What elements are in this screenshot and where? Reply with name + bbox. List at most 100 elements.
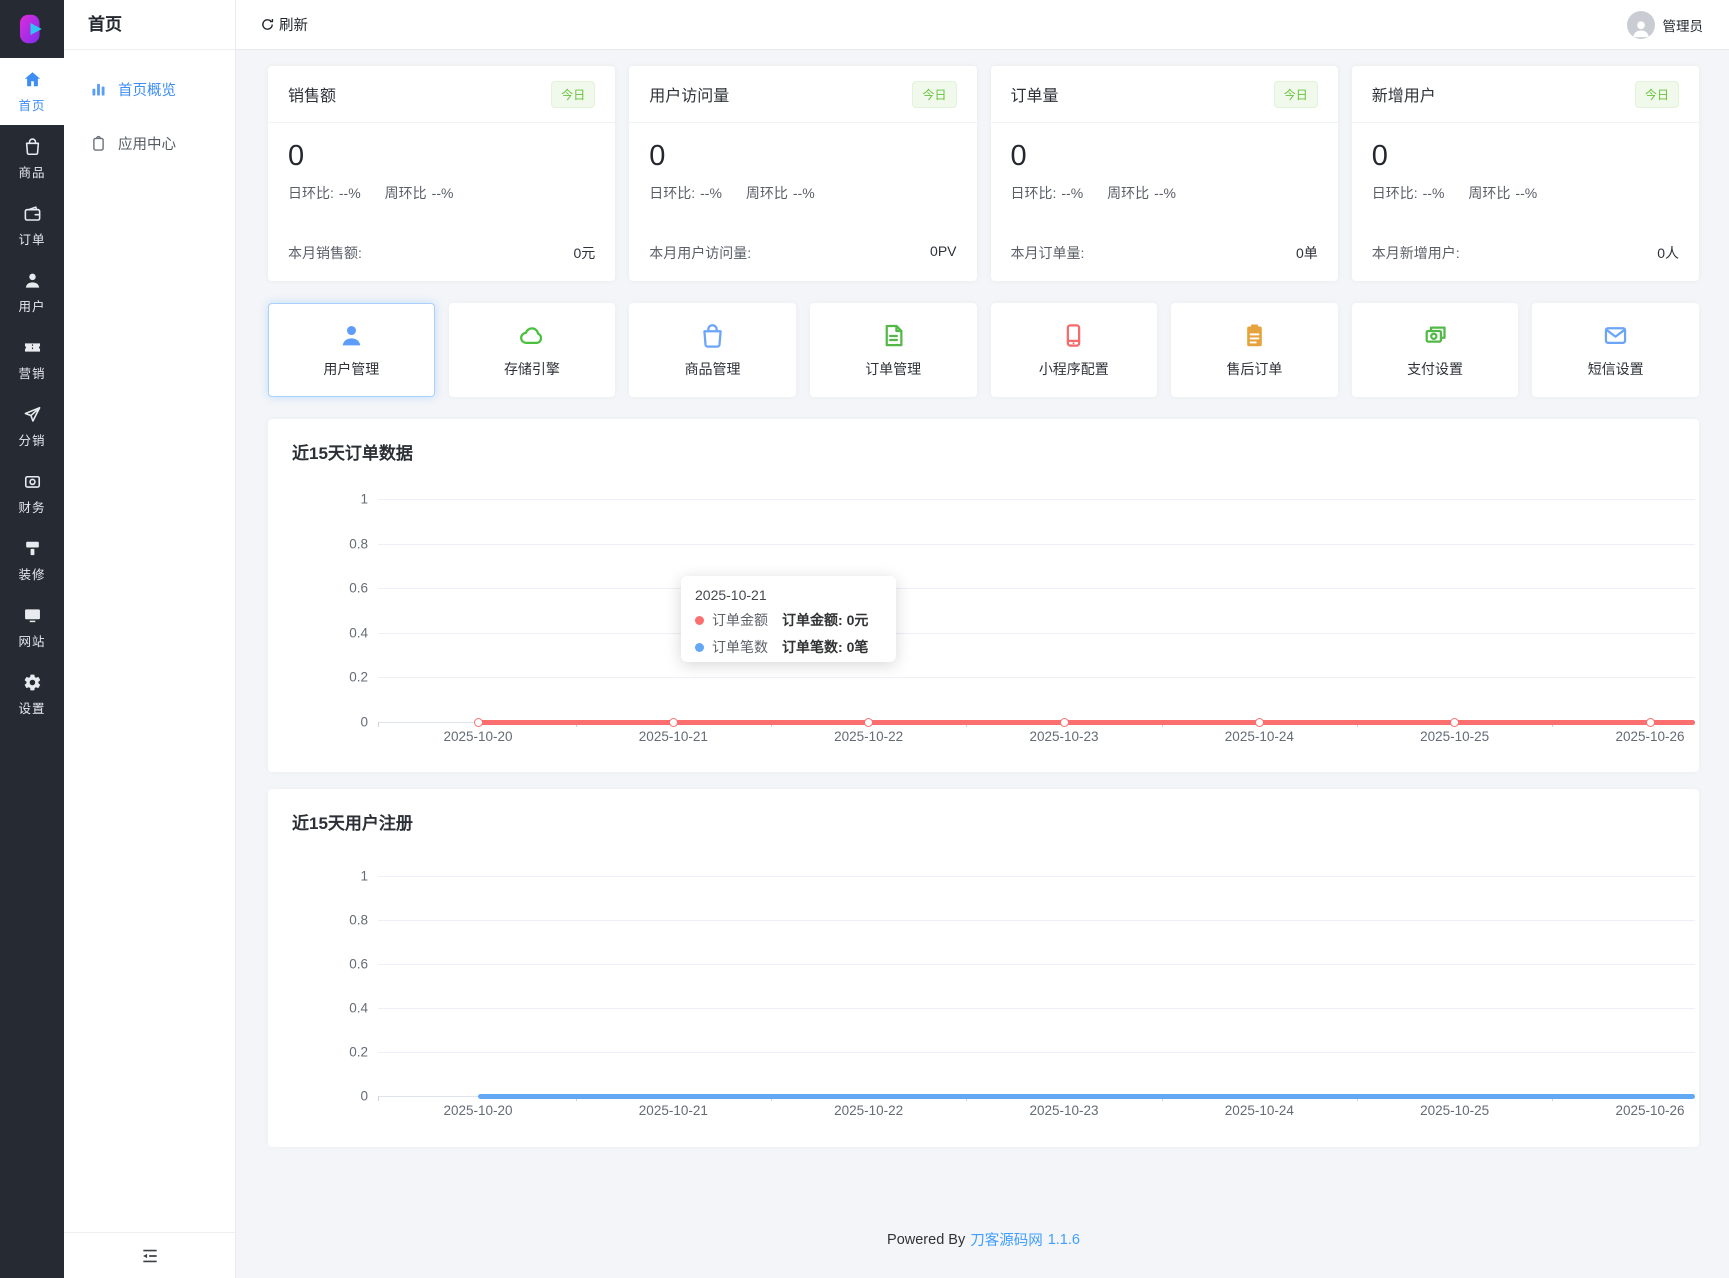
shortcut-aftersale-orders[interactable]: 售后订单 <box>1171 303 1338 397</box>
y-tick-label: 0.4 <box>349 625 368 641</box>
sidebar-item-decoration[interactable]: 装修 <box>0 527 64 594</box>
sidebar-item-settings[interactable]: 设置 <box>0 661 64 728</box>
shortcut-miniprogram-config[interactable]: 小程序配置 <box>990 303 1158 397</box>
shortcut-label: 短信设置 <box>1587 360 1644 377</box>
x-tick-label: 2025-10-22 <box>834 1103 904 1118</box>
tooltip-series-name: 订单金额 <box>712 612 768 628</box>
shortcut-label: 小程序配置 <box>1038 360 1109 377</box>
orders-chart-canvas[interactable]: 1 0.8 0.6 0.4 0.2 0 2025-10-20 2025-10-21 2025-1… <box>268 419 1699 772</box>
sidebar-item-orders[interactable]: 订单 <box>0 192 64 259</box>
y-tick-label: 0.4 <box>349 1000 368 1016</box>
marketing-icon <box>23 338 42 357</box>
week-ratio: 周环比 --% <box>384 185 454 202</box>
sidebar-item-label: 首页 <box>18 98 46 113</box>
app-logo[interactable] <box>0 0 64 58</box>
shortcut-payment-settings[interactable]: 支付设置 <box>1351 303 1519 397</box>
refresh-button[interactable]: 刷新 <box>260 14 308 35</box>
data-point-marker[interactable] <box>1254 717 1264 727</box>
day-ratio: 日环比: --% <box>649 185 722 202</box>
stat-month-row: 本月用户访问量: 0PV <box>629 243 976 263</box>
axis-tick <box>378 722 379 727</box>
sidebar-item-label: 营销 <box>18 366 46 381</box>
shortcuts-row: 用户管理 存储引擎 商品管理 订单管理 小程序配置 售后订单 支付设置 短信设置 <box>268 303 1699 397</box>
shortcut-label: 商品管理 <box>684 360 741 377</box>
sidebar-item-finance[interactable]: 财务 <box>0 460 64 527</box>
document-icon <box>880 322 907 349</box>
sidebar-item-label: 订单 <box>18 232 46 247</box>
gridline <box>378 1052 1695 1053</box>
stat-title: 新增用户 <box>1371 88 1436 105</box>
tooltip-value-label: 订单笔数: <box>782 639 843 655</box>
month-value: 0元 <box>573 245 596 261</box>
gridline <box>378 920 1695 921</box>
money-icon <box>1422 322 1449 349</box>
sidebar-item-users[interactable]: 用户 <box>0 259 64 326</box>
month-value: 0人 <box>1657 245 1679 261</box>
series-dot-order-amount <box>695 615 704 625</box>
week-ratio: 周环比 --% <box>745 185 815 202</box>
submenu-item-label: 首页概览 <box>118 82 176 99</box>
top-header: 刷新 管理员 <box>236 0 1729 50</box>
sidebar-item-website[interactable]: 网站 <box>0 594 64 661</box>
data-point-marker[interactable] <box>864 717 874 727</box>
shortcut-label: 用户管理 <box>323 360 380 377</box>
y-tick-label: 0.6 <box>349 956 368 972</box>
shortcut-storage-engine[interactable]: 存储引擎 <box>448 303 616 397</box>
x-tick-label: 2025-10-24 <box>1224 729 1294 744</box>
x-tick-label: 2025-10-20 <box>443 729 513 744</box>
stat-card-body: 0 日环比: --% 周环比 --% <box>268 123 615 203</box>
today-badge: 今日 <box>1273 80 1318 108</box>
stat-month-row: 本月新增用户: 0人 <box>1352 243 1699 263</box>
data-point-marker[interactable] <box>1059 717 1069 727</box>
x-tick-label: 2025-10-26 <box>1615 729 1685 744</box>
user-label: 管理员 <box>1662 18 1704 34</box>
data-point-marker[interactable] <box>1645 717 1655 727</box>
registrations-chart-canvas[interactable]: 1 0.8 0.6 0.4 0.2 0 2025-10-20 2025-10-21 2025-1… <box>268 789 1699 1147</box>
data-point-marker[interactable] <box>1450 717 1460 727</box>
stat-title: 用户访问量 <box>649 88 730 105</box>
sidebar-item-distribution[interactable]: 分销 <box>0 393 64 460</box>
x-tick-label: 2025-10-20 <box>443 1103 513 1118</box>
person-icon <box>338 322 365 349</box>
x-tick-label: 2025-10-24 <box>1224 1103 1294 1118</box>
distribution-icon <box>23 405 42 424</box>
y-tick-label: 1 <box>360 491 368 507</box>
series-line-用户注册 <box>478 1093 1695 1099</box>
collapse-sidebar-button[interactable] <box>140 1246 160 1266</box>
gridline <box>378 677 1695 679</box>
finance-icon <box>23 472 42 491</box>
version-link[interactable]: 1.1.6 <box>1048 1232 1080 1248</box>
shortcut-sms-settings[interactable]: 短信设置 <box>1532 303 1699 397</box>
gridline <box>378 588 1695 590</box>
x-tick-label: 2025-10-26 <box>1615 1103 1685 1118</box>
logo-icon <box>20 14 42 44</box>
submenu-item-app-center[interactable]: 应用中心 <box>64 116 235 170</box>
person-silhouette-icon <box>1632 20 1649 37</box>
week-ratio: 周环比 --% <box>1468 185 1538 202</box>
brand-link[interactable]: 刀客源码网 <box>970 1229 1043 1250</box>
sidebar-item-home[interactable]: 首页 <box>0 58 64 125</box>
header-user-menu[interactable]: 管理员 <box>1626 10 1704 39</box>
sidebar-item-goods[interactable]: 商品 <box>0 125 64 192</box>
stat-title: 订单量 <box>1010 88 1059 105</box>
shortcut-goods-management[interactable]: 商品管理 <box>629 303 796 397</box>
data-point-marker[interactable] <box>668 717 678 727</box>
month-label: 本月用户访问量: <box>649 245 752 261</box>
sidebar-item-marketing[interactable]: 营销 <box>0 326 64 393</box>
stat-cards-row: 销售额 今日 0 日环比: --% 周环比 --% 本月销售额: 0元 用户访问量 … <box>268 66 1699 281</box>
x-tick-label: 2025-10-21 <box>638 1103 708 1118</box>
x-tick-label: 2025-10-23 <box>1029 1103 1099 1118</box>
tooltip-row: 订单金额 订单金额: 0元 <box>695 610 882 630</box>
submenu-item-overview[interactable]: 首页概览 <box>64 62 235 116</box>
page-title: 首页 <box>64 0 235 50</box>
stat-card-header: 新增用户 今日 <box>1351 66 1699 123</box>
y-tick-label: 0 <box>360 1088 368 1104</box>
cloud-icon <box>518 322 545 349</box>
shortcut-user-management[interactable]: 用户管理 <box>268 303 435 397</box>
avatar <box>1626 10 1655 39</box>
data-point-marker[interactable] <box>473 717 483 727</box>
gridline <box>378 499 1695 500</box>
shortcut-order-management[interactable]: 订单管理 <box>809 303 977 397</box>
tooltip-value: 0元 <box>846 612 869 628</box>
gridline <box>378 964 1695 965</box>
